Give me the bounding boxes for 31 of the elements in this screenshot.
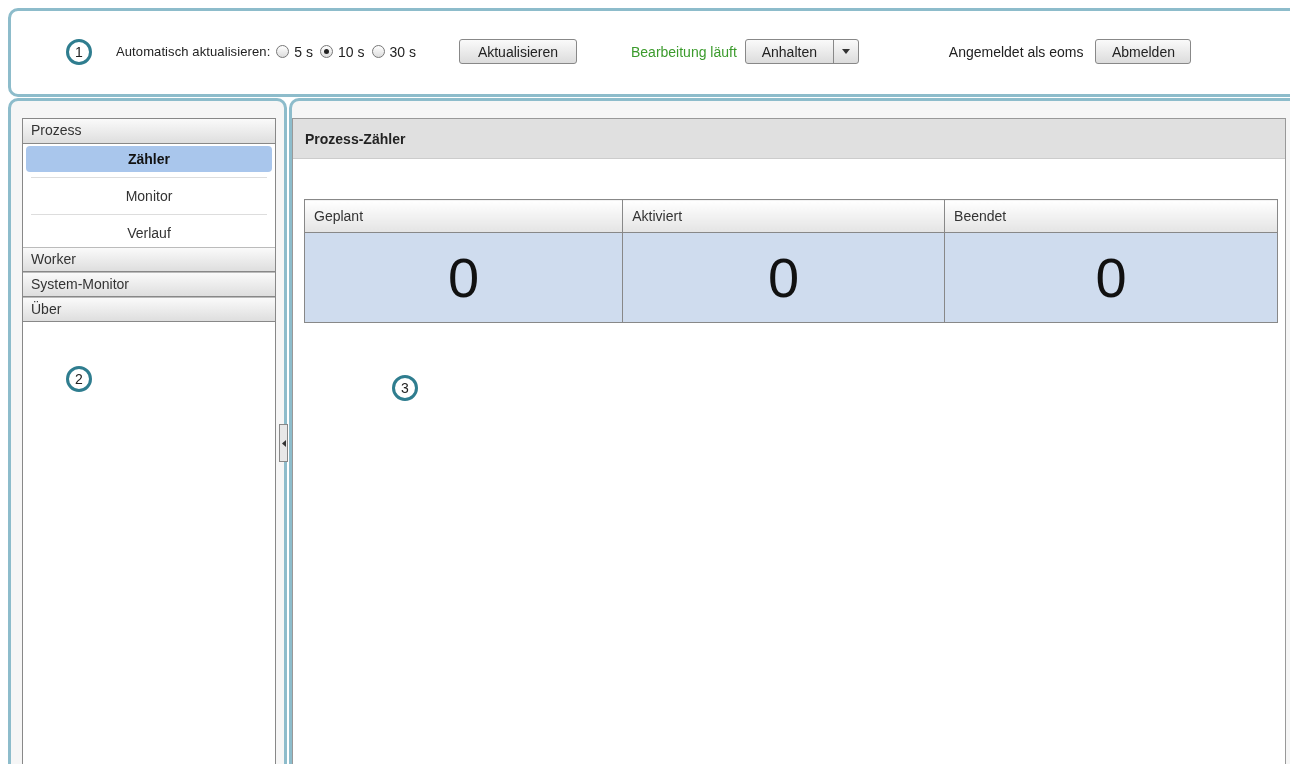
radio-button[interactable] [276,45,290,58]
column-header: Beendet [944,199,1278,233]
auto-refresh-label: Automatisch aktualisieren: [116,44,271,59]
radio-label[interactable]: 30 s [389,43,416,60]
radio-label[interactable]: 5 s [294,43,314,60]
nav-item[interactable]: Verlauf [26,220,272,246]
caret-icon [281,439,286,447]
callout-marker: 1 [66,38,92,65]
column-header: Aktiviert [622,199,945,233]
radio-button[interactable] [371,45,385,58]
section-header[interactable]: System-Monitor [23,272,275,297]
section-header[interactable]: Prozess [23,119,275,144]
column-header: Geplant [304,199,623,233]
collapse-handle[interactable] [279,424,288,462]
nav-item[interactable]: Monitor [26,183,272,209]
section-header[interactable]: Über [23,297,275,322]
panel-title: Prozess-Zähler [293,119,1285,159]
radio-button[interactable] [320,45,334,58]
nav-item[interactable]: Zähler [26,146,272,172]
section-header[interactable]: Worker [23,247,275,272]
counter-cell: 0 [622,232,945,323]
counter-cell: 0 [944,232,1278,323]
logout-button[interactable]: Abmelden [1095,39,1192,64]
caret-icon [841,49,850,54]
counter-cell: 0 [304,232,623,323]
callout-marker: 2 [66,366,92,392]
logged-in-text: Angemeldet als eoms [948,43,1084,60]
refresh-button[interactable]: Aktualisieren [458,39,577,64]
status-text: Bearbeitung läuft [630,43,737,60]
radio-label[interactable]: 10 s [338,43,365,60]
callout-marker: 3 [392,375,418,401]
